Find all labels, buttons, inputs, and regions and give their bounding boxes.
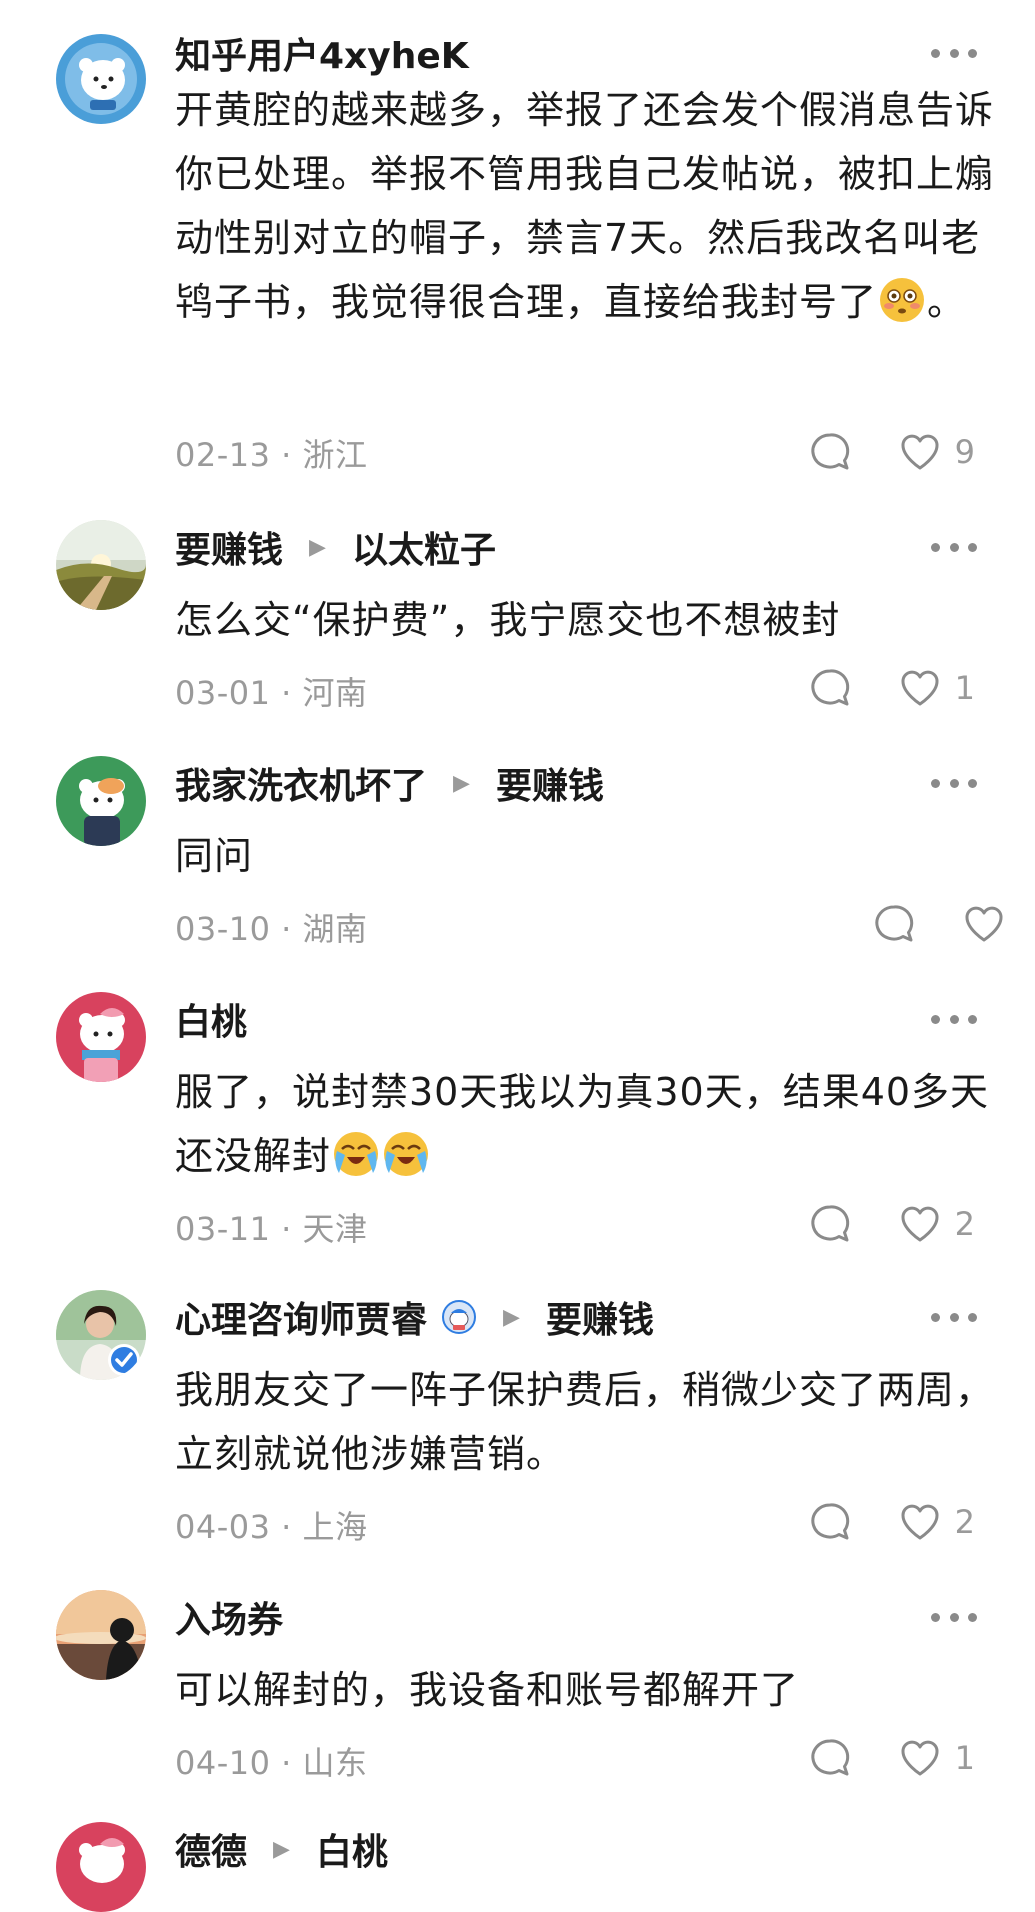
comment-location: 上海 <box>302 1508 368 1546</box>
meta-separator: · <box>281 910 292 948</box>
comment-date: 03-10 <box>175 910 271 948</box>
heart-icon[interactable] <box>963 904 1005 944</box>
reply-bubble-icon[interactable] <box>809 1203 851 1245</box>
meta-separator: · <box>281 674 292 712</box>
author-name[interactable]: 我家洗衣机坏了 <box>175 757 427 809</box>
reply-bubble-icon[interactable] <box>809 1737 851 1779</box>
author-row: 德德 ▶ 白桃 <box>175 1824 975 1874</box>
heart-icon[interactable] <box>899 1738 941 1778</box>
more-options-icon[interactable] <box>931 46 977 60</box>
reply-bubble-icon[interactable] <box>809 431 851 473</box>
author-name[interactable]: 要赚钱 <box>175 521 283 573</box>
comment-actions: 1 <box>809 1734 975 1782</box>
loudly-crying-face-emoji-icon <box>334 1132 379 1176</box>
comment-location: 山东 <box>302 1744 368 1782</box>
comment-actions: 1 <box>809 664 975 712</box>
comment-meta: 04-03 · 上海 <box>175 1502 368 1548</box>
comment-text: 我朋友交了一阵子保护费后，稍微少交了两周，立刻就说他涉嫌营销。 <box>175 1368 995 1476</box>
comment-meta: 02-13 · 浙江 <box>175 430 368 476</box>
comment-date: 03-01 <box>175 674 271 712</box>
author-row: 入场券 <box>175 1592 975 1642</box>
comment-location: 天津 <box>302 1210 368 1248</box>
comment-actions <box>873 900 1005 948</box>
more-options-icon[interactable] <box>931 540 977 554</box>
like-count: 9 <box>954 433 975 471</box>
creator-badge-icon <box>442 1300 477 1334</box>
reply-bubble-icon[interactable] <box>873 903 915 945</box>
comment-actions: 9 <box>809 428 975 476</box>
reply-bubble-icon[interactable] <box>809 667 851 709</box>
like-count: 1 <box>954 1739 975 1777</box>
meta-separator: · <box>281 1210 292 1248</box>
like-count: 2 <box>954 1205 975 1243</box>
author-name[interactable]: 白桃 <box>175 993 247 1045</box>
heart-icon[interactable] <box>899 668 941 708</box>
reply-to-name[interactable]: 以太粒子 <box>352 521 496 573</box>
flushed-face-emoji-icon <box>880 278 925 322</box>
author-row: 白桃 <box>175 994 975 1044</box>
like-count: 1 <box>954 669 975 707</box>
comment-meta: 04-10 · 山东 <box>175 1738 368 1784</box>
comment-text: 服了，说封禁30天我以为真30天，结果40多天还没解封 <box>175 1070 990 1178</box>
comment-meta: 03-10 · 湖南 <box>175 904 368 950</box>
loudly-crying-face-emoji-icon <box>384 1132 429 1176</box>
comment-date: 02-13 <box>175 436 271 474</box>
avatar[interactable] <box>56 1822 146 1912</box>
avatar[interactable] <box>56 520 146 610</box>
meta-separator: · <box>281 436 292 474</box>
heart-icon[interactable] <box>899 1204 941 1244</box>
like-count: 2 <box>954 1503 975 1541</box>
avatar[interactable] <box>56 1290 146 1380</box>
author-name[interactable]: 心理咨询师贾睿 <box>175 1291 427 1343</box>
author-row: 我家洗衣机坏了 ▶ 要赚钱 <box>175 758 975 808</box>
avatar[interactable] <box>56 1590 146 1680</box>
more-options-icon[interactable] <box>931 1310 977 1324</box>
more-options-icon[interactable] <box>931 1610 977 1624</box>
reply-to-name[interactable]: 白桃 <box>316 1823 388 1875</box>
more-options-icon[interactable] <box>931 776 977 790</box>
comment-date: 04-10 <box>175 1744 271 1782</box>
comment-location: 河南 <box>302 674 368 712</box>
reply-bubble-icon[interactable] <box>809 1501 851 1543</box>
comment-meta: 03-01 · 河南 <box>175 668 368 714</box>
comment-text: 怎么交“保护费”，我宁愿交也不想被封 <box>175 598 841 642</box>
comment-text: 开黄腔的越来越多，举报了还会发个假消息告诉你已处理。举报不管用我自己发帖说，被扣… <box>175 88 995 324</box>
avatar[interactable] <box>56 756 146 846</box>
comment-actions: 2 <box>809 1200 975 1248</box>
comment-text: 同问 <box>175 834 254 878</box>
heart-icon[interactable] <box>899 1502 941 1542</box>
avatar[interactable] <box>56 992 146 1082</box>
reply-arrow-icon: ▶ <box>309 534 326 560</box>
meta-separator: · <box>281 1508 292 1546</box>
reply-arrow-icon: ▶ <box>453 770 470 796</box>
author-row: 要赚钱 ▶ 以太粒子 <box>175 522 975 572</box>
heart-icon[interactable] <box>899 432 941 472</box>
more-options-icon[interactable] <box>931 1012 977 1026</box>
author-row: 知乎用户4xyheK <box>175 28 975 78</box>
author-row: 心理咨询师贾睿 ▶ 要赚钱 <box>175 1292 975 1342</box>
reply-arrow-icon: ▶ <box>273 1836 290 1862</box>
comment-date: 04-03 <box>175 1508 271 1546</box>
reply-arrow-icon: ▶ <box>503 1304 520 1330</box>
author-name[interactable]: 德德 <box>175 1823 247 1875</box>
comment-text: 可以解封的，我设备和账号都解开了 <box>175 1668 800 1712</box>
avatar[interactable] <box>56 34 146 124</box>
meta-separator: · <box>281 1744 292 1782</box>
author-name[interactable]: 知乎用户4xyheK <box>175 27 469 79</box>
author-name[interactable]: 入场券 <box>175 1591 283 1643</box>
reply-to-name[interactable]: 要赚钱 <box>496 757 604 809</box>
comment-location: 浙江 <box>302 436 368 474</box>
reply-to-name[interactable]: 要赚钱 <box>546 1291 654 1343</box>
comment-meta: 03-11 · 天津 <box>175 1204 368 1250</box>
comment-actions: 2 <box>809 1498 975 1546</box>
comment-date: 03-11 <box>175 1210 271 1248</box>
comment-location: 湖南 <box>302 910 368 948</box>
